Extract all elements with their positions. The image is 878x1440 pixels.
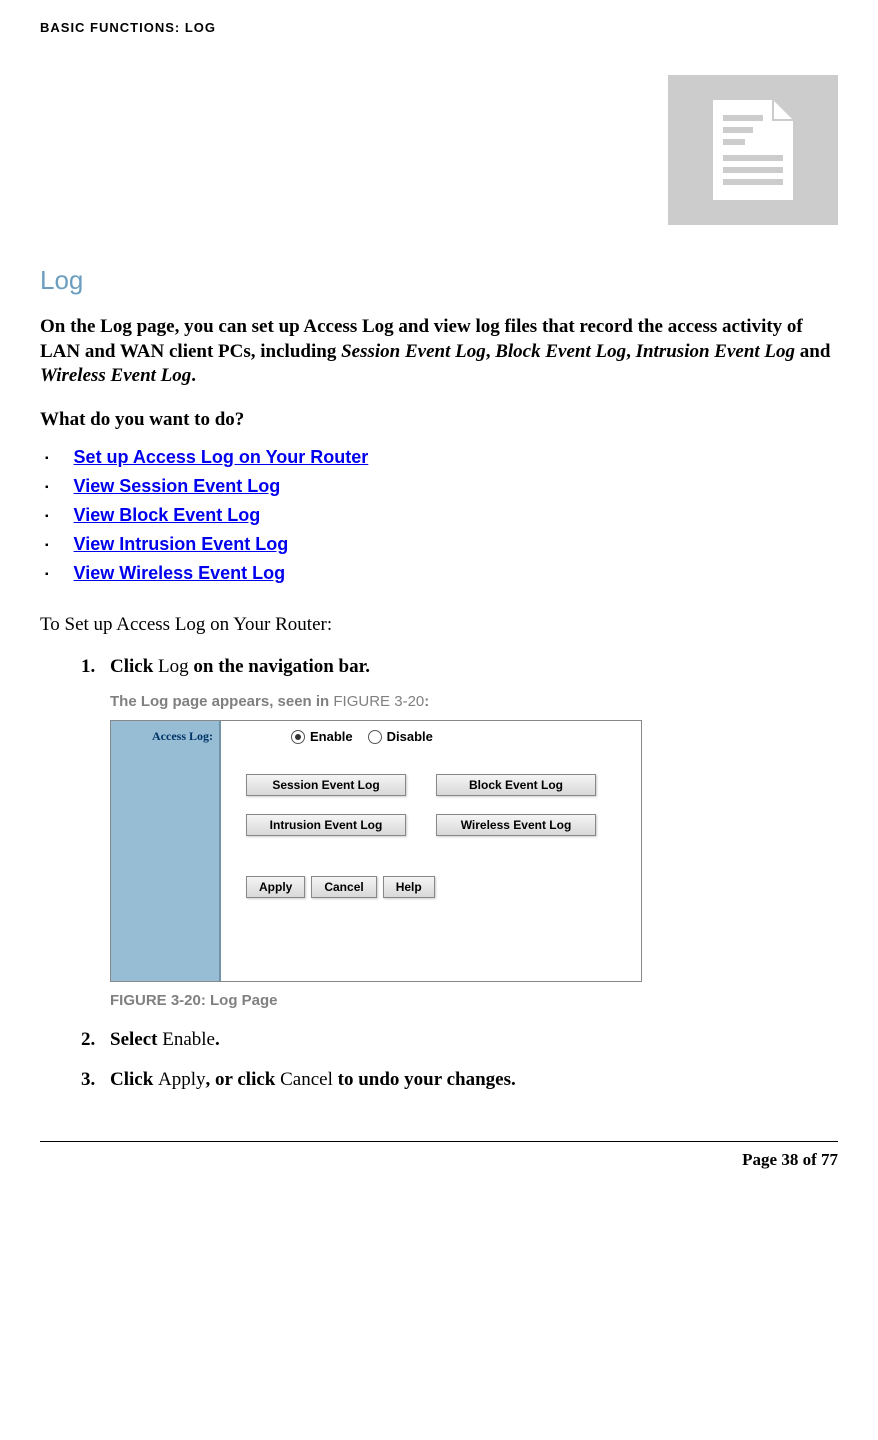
page-footer: Page 38 of 77 [40, 1141, 838, 1170]
intro-intrusion: Intrusion Event Log [636, 341, 795, 362]
figure-content: Enable Disable Session Event Log Block E… [221, 721, 641, 981]
bottom-buttons: Apply Cancel Help [246, 876, 626, 898]
figure-screenshot: Access Log: Enable Disable [110, 720, 642, 982]
intro-sep: , [626, 341, 636, 362]
figure-sidebar: Access Log: [111, 721, 221, 981]
list-item: View Wireless Event Log [45, 563, 838, 584]
radio-label: Disable [387, 729, 433, 744]
subheading: What do you want to do? [40, 409, 838, 431]
button-grid: Session Event Log Block Event Log Intrus… [246, 774, 626, 836]
list-item: Set up Access Log on Your Router [45, 447, 838, 468]
link-list: Set up Access Log on Your Router View Se… [40, 447, 838, 584]
document-icon-box [668, 75, 838, 225]
link-view-intrusion[interactable]: View Intrusion Event Log [74, 534, 289, 554]
list-item: View Session Event Log [45, 476, 838, 497]
access-log-row: Enable Disable [236, 729, 626, 744]
procedure-title: To Set up Access Log on Your Router: [40, 614, 838, 636]
intro-paragraph: On the Log page, you can set up Access L… [40, 315, 838, 389]
cancel-button[interactable]: Cancel [311, 876, 376, 898]
intro-block: Block Event Log [495, 341, 626, 362]
list-item: View Intrusion Event Log [45, 534, 838, 555]
link-view-session[interactable]: View Session Event Log [74, 476, 281, 496]
figure-intro-text: The Log page appears, seen in [110, 693, 333, 710]
steps-list: Click Log on the navigation bar. The Log… [40, 656, 838, 1091]
step-term: Enable [162, 1029, 215, 1050]
figure-intro-end: : [424, 693, 429, 710]
step-text: to undo your changes. [333, 1069, 516, 1090]
step-term: Log [158, 656, 189, 677]
page-header: BASIC FUNCTIONS: LOG [40, 20, 838, 35]
step-2: Select Enable. [100, 1029, 838, 1051]
apply-button[interactable]: Apply [246, 876, 305, 898]
section-title: Log [40, 265, 838, 296]
intrusion-event-log-button[interactable]: Intrusion Event Log [246, 814, 406, 836]
step-text: Click [110, 1069, 158, 1090]
document-icon [708, 95, 798, 205]
figure-caption: FIGURE 3-20: Log Page [110, 992, 838, 1009]
access-log-label: Access Log: [111, 721, 219, 744]
link-setup-access-log[interactable]: Set up Access Log on Your Router [74, 447, 369, 467]
list-item: View Block Event Log [45, 505, 838, 526]
radio-icon [368, 730, 382, 744]
intro-wireless: Wireless Event Log [40, 365, 191, 386]
link-view-block[interactable]: View Block Event Log [74, 505, 261, 525]
link-view-wireless[interactable]: View Wireless Event Log [74, 563, 286, 583]
wireless-event-log-button[interactable]: Wireless Event Log [436, 814, 596, 836]
step-text: , or click [206, 1069, 281, 1090]
step-1: Click Log on the navigation bar. The Log… [100, 656, 838, 1009]
step-text: on the navigation bar. [189, 656, 370, 677]
session-event-log-button[interactable]: Session Event Log [246, 774, 406, 796]
radio-enable[interactable]: Enable [291, 729, 353, 744]
radio-disable[interactable]: Disable [368, 729, 433, 744]
intro-sep: , [486, 341, 496, 362]
step-text: . [215, 1029, 220, 1050]
intro-session: Session Event Log [341, 341, 486, 362]
step-term: Apply [158, 1069, 206, 1090]
intro-and: and [795, 341, 830, 362]
step-term: Cancel [280, 1069, 333, 1090]
help-button[interactable]: Help [383, 876, 435, 898]
radio-icon [291, 730, 305, 744]
step-text: Select [110, 1029, 162, 1050]
step-text: Click [110, 656, 158, 677]
intro-end: . [191, 365, 196, 386]
radio-group: Enable Disable [291, 729, 433, 744]
figure-intro: The Log page appears, seen in FIGURE 3-2… [110, 693, 838, 710]
radio-label: Enable [310, 729, 353, 744]
step-3: Click Apply, or click Cancel to undo you… [100, 1069, 838, 1091]
figure-ref: FIGURE 3-20 [333, 693, 424, 710]
block-event-log-button[interactable]: Block Event Log [436, 774, 596, 796]
